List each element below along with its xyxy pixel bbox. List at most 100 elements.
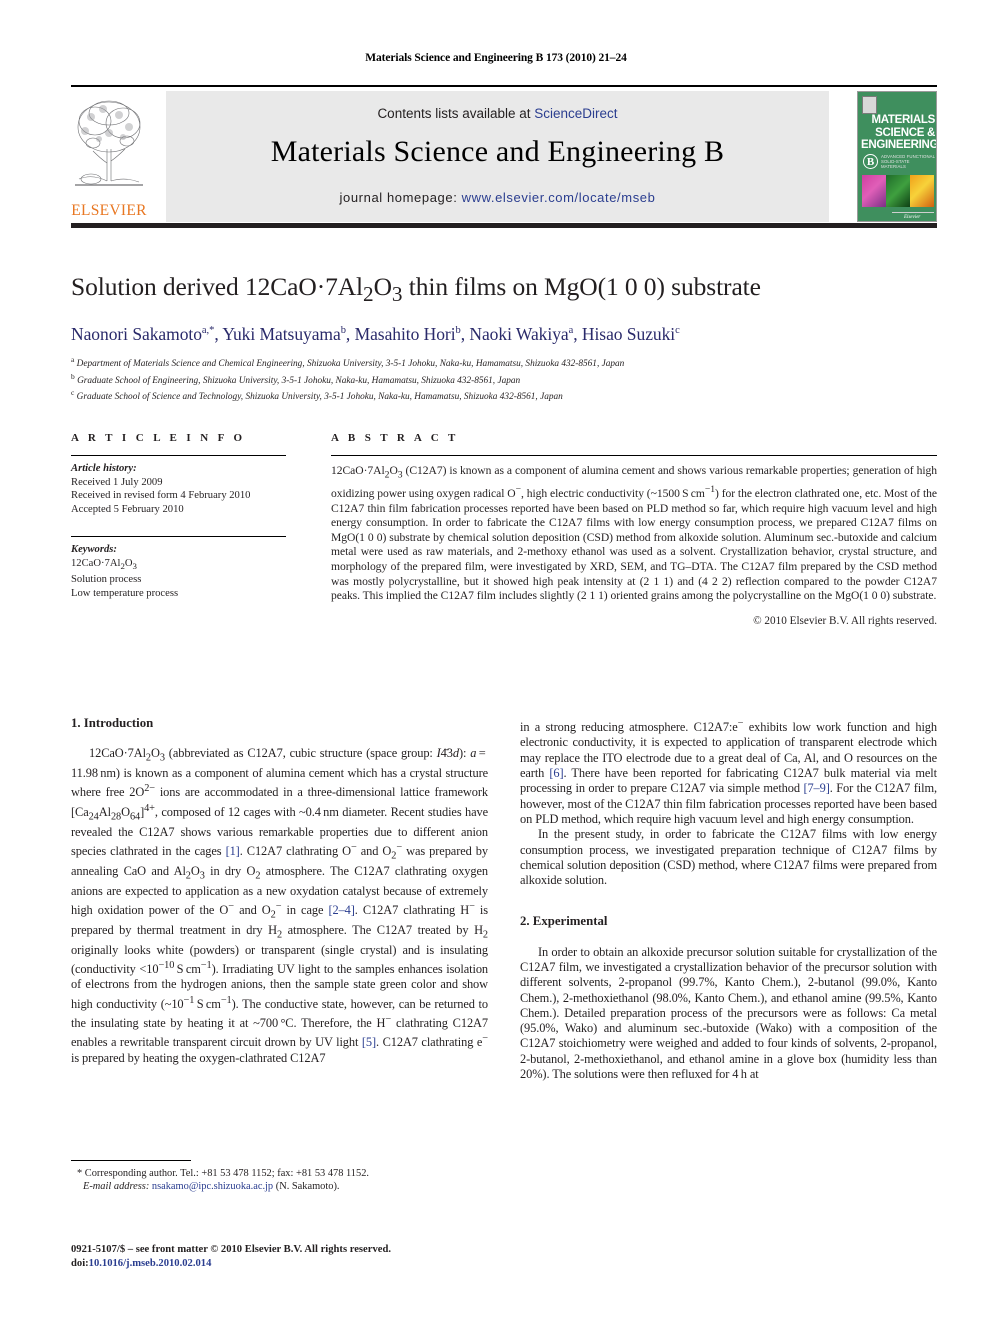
cover-footer-mark: Elsevier (904, 215, 921, 220)
elsevier-logo[interactable]: ELSEVIER (71, 91, 147, 222)
contents-available-line: Contents lists available at ScienceDirec… (166, 106, 829, 121)
author-1[interactable]: Yuki Matsuyamab (222, 324, 346, 344)
article-info-rule (71, 455, 286, 457)
homepage-url-link[interactable]: www.elsevier.com/locate/mseb (462, 190, 656, 205)
page-title: Solution derived 12CaO·7Al2O3 thin films… (71, 272, 937, 309)
affiliation-1: b Graduate School of Engineering, Shizuo… (71, 371, 937, 388)
affiliation-2-text: Graduate School of Science and Technolog… (76, 392, 563, 403)
article-info-heading: A R T I C L E I N F O (71, 432, 246, 444)
abstract-copyright: © 2010 Elsevier B.V. All rights reserved… (753, 614, 937, 627)
title-sub-2: 3 (391, 282, 403, 307)
cover-image-orange (910, 175, 934, 207)
masthead-top-rule (71, 85, 937, 87)
affiliation-0: a Department of Materials Science and Ch… (71, 354, 937, 371)
cover-line-3: ENGINEERING (861, 139, 937, 151)
keywords-block: Keywords: 12CaO·7Al2O3 Solution process … (71, 543, 301, 600)
affiliation-1-mark: b (71, 371, 75, 381)
article-info-column: A R T I C L E I N F O Article history: R… (71, 432, 301, 600)
affiliation-2: c Graduate School of Science and Technol… (71, 387, 937, 404)
elsevier-wordmark: ELSEVIER (71, 202, 147, 219)
journal-homepage-line: journal homepage: www.elsevier.com/locat… (166, 190, 829, 205)
journal-cover-thumbnail: MATERIALS SCIENCE & ENGINEERING B ADVANC… (857, 91, 937, 222)
email-note: E-mail address: nsakamo@ipc.shizuoka.ac.… (71, 1180, 488, 1193)
section-heading-experimental: 2. Experimental (520, 914, 608, 929)
author-4-marks: c (675, 325, 680, 337)
journal-banner: Contents lists available at ScienceDirec… (166, 91, 829, 222)
affiliation-1-text: Graduate School of Engineering, Shizuoka… (77, 375, 521, 386)
citation-1[interactable]: [1] (226, 844, 240, 858)
cover-line-1: MATERIALS (871, 114, 935, 126)
article-history-label: Article history: (71, 463, 137, 475)
intro-paragraph-2: In the present study, in order to fabric… (520, 827, 937, 888)
affiliation-0-text: Department of Materials Science and Chem… (76, 359, 625, 370)
article-info-gap (71, 517, 301, 536)
cover-image-magenta (862, 175, 886, 207)
footnote-text: * Corresponding author. Tel.: +81 53 478… (71, 1167, 488, 1193)
sciencedirect-link[interactable]: ScienceDirect (534, 106, 617, 121)
issn-block: 0921-5107/$ – see front matter © 2010 El… (71, 1243, 511, 1271)
keywords-rule (71, 535, 286, 537)
author-1-name: Yuki Matsuyama (222, 324, 341, 345)
doi-line: doi:10.1016/j.mseb.2010.02.014 (71, 1257, 511, 1271)
author-3[interactable]: Naoki Wakiyaa (469, 324, 573, 344)
body-column-right: in a strong reducing atmosphere. C12A7:e… (520, 716, 937, 1082)
author-4-name: Hisao Suzuki (581, 324, 676, 345)
running-head: Materials Science and Engineering B 173 … (365, 52, 627, 64)
doi-link[interactable]: 10.1016/j.mseb.2010.02.014 (89, 1258, 212, 1269)
intro-paragraph-1: 12CaO·7Al2O3 (abbreviated as C12A7, cubi… (71, 746, 489, 1065)
masthead-bottom-rule (71, 223, 937, 228)
footnote-block: * Corresponding author. Tel.: +81 53 478… (71, 1160, 488, 1193)
abstract-text: 12CaO·7Al2O3 (C12A7) is known as a compo… (331, 464, 937, 603)
footnote-rule (71, 1160, 191, 1162)
article-history-block: Article history: Received 1 July 2009 Re… (71, 462, 301, 516)
author-3-name: Naoki Wakiya (469, 324, 569, 345)
author-3-marks: a (568, 325, 574, 337)
experimental-paragraph-1: In order to obtain an alkoxide precursor… (520, 944, 937, 1082)
author-0-name: Naonori Sakamoto (71, 324, 202, 345)
homepage-label: journal homepage: (339, 190, 458, 205)
intro-paragraph-1-cont: in a strong reducing atmosphere. C12A7:e… (520, 718, 938, 826)
corresponding-author-note: * Corresponding author. Tel.: +81 53 478… (77, 1168, 369, 1180)
abstract-heading: A B S T R A C T (331, 432, 459, 444)
cover-series-letter: B (863, 154, 878, 169)
article-history-2: Accepted 5 February 2010 (71, 504, 184, 516)
abstract-rule (331, 455, 937, 457)
article-page: Materials Science and Engineering B 173 … (0, 0, 992, 1323)
cover-series-subtitle: ADVANCED FUNCTIONAL SOLID-STATE MATERIAL… (881, 154, 935, 170)
email-label: E-mail address: (83, 1181, 150, 1193)
keyword-1: Solution process (71, 574, 142, 586)
elsevier-tree-icon (75, 100, 143, 186)
keyword-0: 12CaO·7Al2O3 (71, 557, 137, 571)
cover-image-strip (862, 175, 934, 207)
author-2-name: Masahito Hori (354, 324, 456, 345)
article-history-1: Received in revised form 4 February 2010 (71, 490, 251, 502)
title-part-c: thin films on MgO(1 0 0) substrate (402, 272, 761, 301)
citation-7-9[interactable]: [7–9] (803, 781, 829, 795)
affiliation-0-mark: a (71, 355, 75, 365)
citation-6[interactable]: [6] (549, 766, 563, 780)
cover-title-text: MATERIALS SCIENCE & ENGINEERING (861, 114, 937, 152)
abstract-column: A B S T R A C T 12CaO·7Al2O3 (C12A7) is … (331, 432, 937, 627)
keywords-label: Keywords: (71, 543, 117, 555)
journal-masthead: ELSEVIER Contents lists available at Sci… (71, 85, 937, 228)
issn-line: 0921-5107/$ – see front matter © 2010 El… (71, 1244, 391, 1255)
keyword-2: Low temperature process (71, 587, 179, 599)
affiliation-list: a Department of Materials Science and Ch… (71, 354, 937, 404)
citation-5[interactable]: [5] (362, 1036, 376, 1050)
journal-title: Materials Science and Engineering B (270, 135, 725, 168)
citation-2-4[interactable]: [2–4] (328, 903, 354, 917)
email-link[interactable]: nsakamo@ipc.shizuoka.ac.jp (152, 1181, 273, 1192)
article-history-0: Received 1 July 2009 (71, 476, 163, 488)
author-4[interactable]: Hisao Suzukic (582, 324, 680, 344)
author-list: Naonori Sakamotoa,*, Yuki Matsuyamab, Ma… (71, 324, 680, 345)
cover-line-2: SCIENCE & (875, 126, 935, 139)
author-2[interactable]: Masahito Horib (355, 324, 461, 344)
title-block: Solution derived 12CaO·7Al2O3 thin films… (71, 272, 937, 404)
author-0[interactable]: Naonori Sakamotoa,* (71, 324, 214, 344)
title-part-b: O (373, 272, 392, 301)
doi-label: doi: (71, 1258, 89, 1269)
title-part-a: Solution derived 12CaO·7Al (71, 272, 364, 301)
author-2-marks: b (455, 325, 461, 337)
cover-corner-mark (862, 96, 877, 114)
title-sub-1: 2 (363, 282, 374, 307)
